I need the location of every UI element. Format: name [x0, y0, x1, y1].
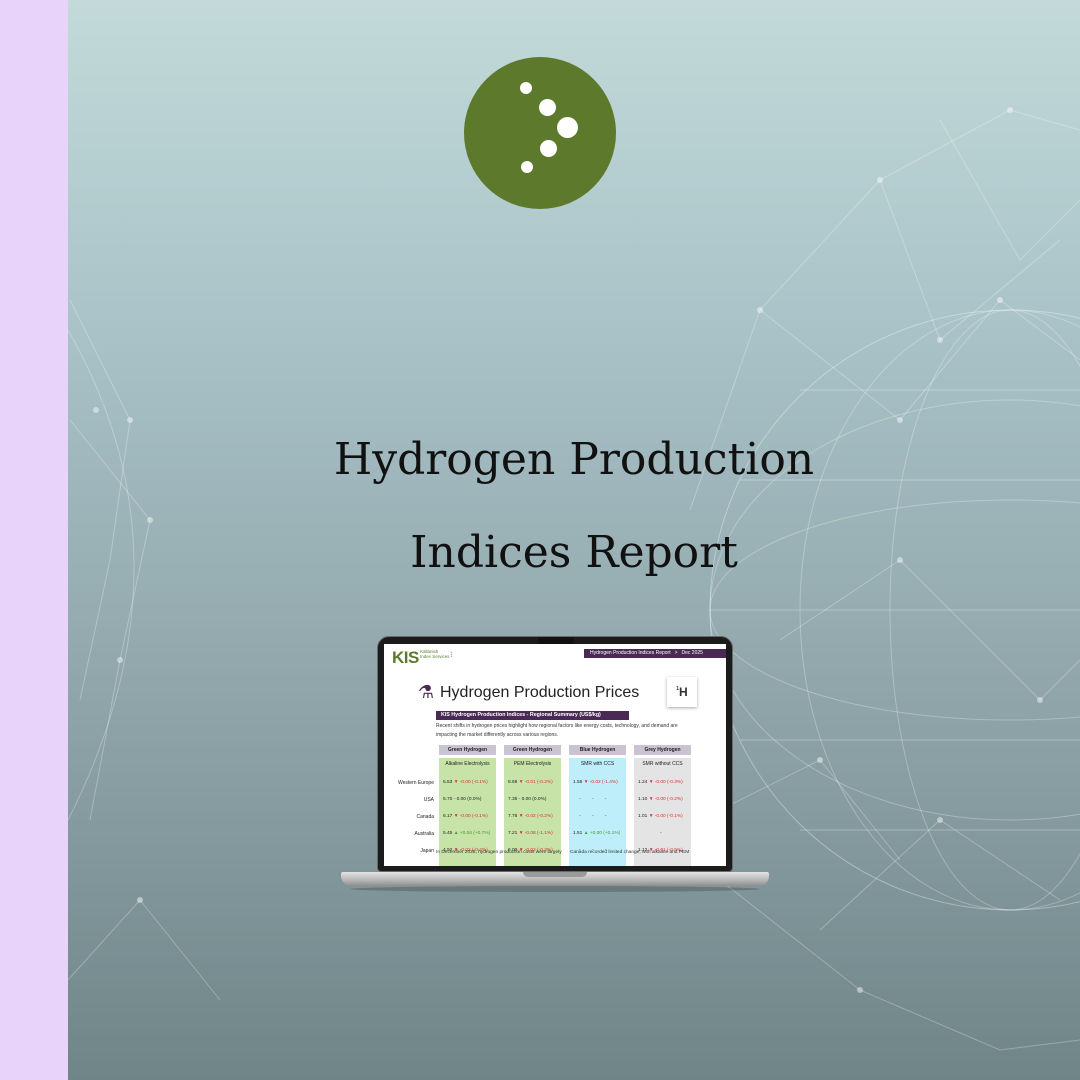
- table-cell: -: [660, 831, 662, 836]
- table-cell: - - -: [579, 797, 607, 802]
- table-row-label: Australia: [414, 831, 434, 837]
- column-group-header: Green Hydrogen: [504, 745, 561, 755]
- table-cell: 7.21 ▼ -0.08 (-1.1%): [508, 831, 553, 836]
- report-preview: KIS Kallanish Index Services ⁝ Hydrogen …: [384, 644, 726, 866]
- report-header-date: Dec 2025: [681, 650, 703, 656]
- report-header-separator: >: [674, 650, 678, 656]
- table-row-label: Canada: [416, 814, 434, 820]
- hydrogen-electrolyser-icon: ⚗: [417, 682, 435, 702]
- report-brand-sub: Kallanish Index Services: [420, 649, 450, 659]
- report-intro-text: Recent shifts in hydrogen prices highlig…: [436, 723, 678, 738]
- table-cell: 5.53 ▼ -0.00 (-0.1%): [443, 780, 488, 785]
- table-cell: 1.51 ▲ +0.00 (+0.1%): [573, 831, 621, 836]
- table-row-label: USA: [423, 797, 434, 803]
- column-method-header: PEM Electrolysis: [513, 761, 552, 767]
- table-cell: 8.69 ▼ -0.01 (-0.2%): [508, 780, 553, 785]
- report-header-title: Hydrogen Production Indices Report: [590, 650, 671, 656]
- promo-card: Hydrogen Production Indices Report KIS K…: [0, 0, 1080, 1080]
- page-title-line-2: Indices Report: [410, 527, 738, 578]
- laptop-base: [341, 872, 769, 886]
- table-cell: 5.45 ▲ +0.04 (+0.7%): [443, 831, 491, 836]
- table-cell: 5.70 - 0.00 (0.0%): [443, 797, 482, 802]
- report-body-right: Canada recorded limited change, with alk…: [570, 850, 690, 855]
- hydrogen-element-badge: 1H: [667, 677, 697, 707]
- table-cell: 7.76 ▼ -0.02 (-0.2%): [508, 814, 553, 819]
- table-cell: 1.55 ▼ -0.02 (-1.4%): [573, 780, 618, 785]
- table-cell: - - -: [579, 814, 607, 819]
- page-title-line-1: Hydrogen Production: [333, 434, 815, 485]
- report-body-left: In December 2025, hydrogen production co…: [436, 850, 562, 855]
- brand-arrow-icon: ⁝: [450, 650, 453, 659]
- table-cell: 1.10 ▼ -0.00 (-0.2%): [638, 797, 683, 802]
- laptop-screen-frame: KIS Kallanish Index Services ⁝ Hydrogen …: [377, 636, 733, 872]
- laptop-shadow: [350, 886, 760, 892]
- table-cell: 7.35 - 0.00 (0.0%): [508, 797, 547, 802]
- column-method-header: SMR without CCS: [642, 761, 683, 767]
- column-group-header: Blue Hydrogen: [569, 745, 626, 755]
- column-method-header: Alkaline Electrolysis: [445, 761, 490, 767]
- laptop-base-groove: [523, 872, 587, 877]
- report-subtitle-bar: KIS Hydrogen Production Indices - Region…: [436, 711, 629, 720]
- table-cell: 1.01 ▼ -0.00 (-0.1%): [638, 814, 683, 819]
- column-method-header: SMR with CCS: [580, 761, 615, 767]
- table-row-label: Japan: [420, 848, 434, 854]
- report-header-bar: Hydrogen Production Indices Report > Dec 2…: [584, 649, 726, 658]
- table-cell: 1.24 ▼ -0.00 (-0.3%): [638, 780, 683, 785]
- column-group-header: Grey Hydrogen: [634, 745, 691, 755]
- table-cell: 6.17 ▼ -0.00 (-0.1%): [443, 814, 488, 819]
- column-group-header: Green Hydrogen: [439, 745, 496, 755]
- table-row-label: Western Europe: [397, 780, 434, 786]
- kis-dots-logo-icon: [464, 57, 616, 209]
- report-brand-logo: KIS: [392, 648, 419, 667]
- report-doc-title: Hydrogen Production Prices: [440, 684, 640, 701]
